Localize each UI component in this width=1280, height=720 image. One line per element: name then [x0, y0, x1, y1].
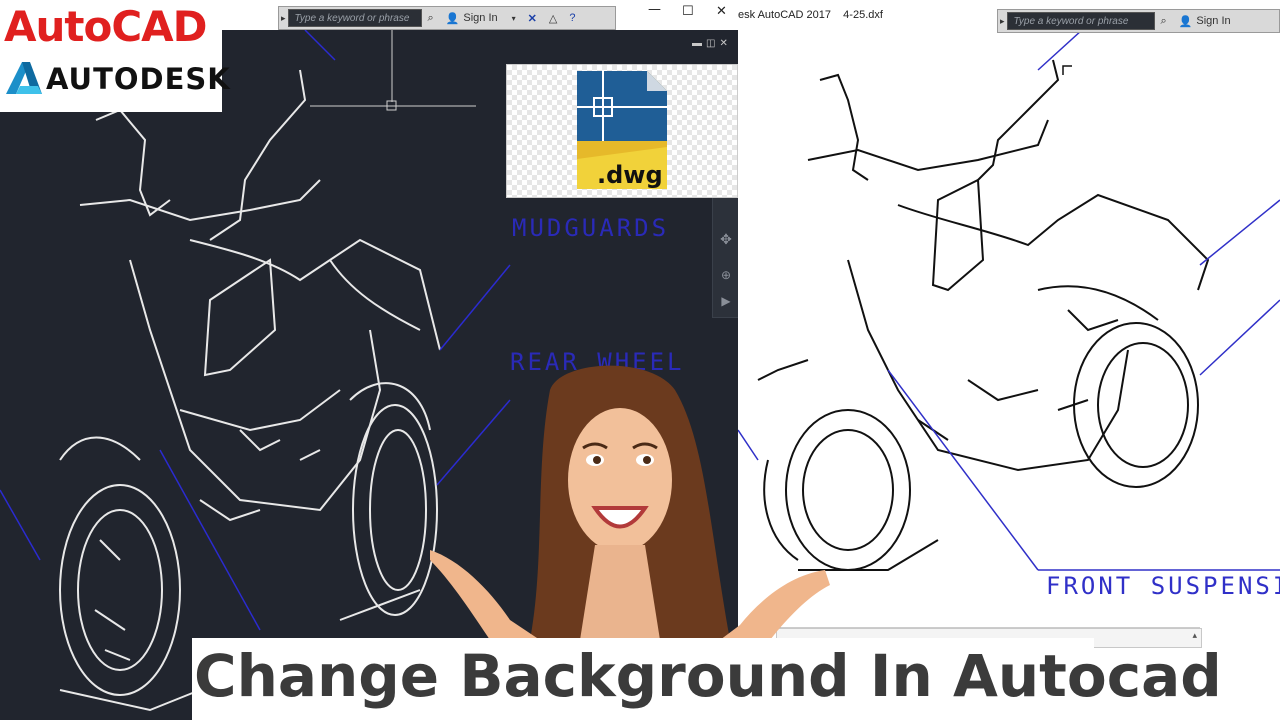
close-icon: ✕	[716, 4, 727, 19]
right-search-input[interactable]: Type a keyword or phrase	[1006, 12, 1155, 30]
exchange-icon[interactable]: ✕	[522, 12, 543, 25]
left-sign-in-button[interactable]: 👤 Sign In ▾	[440, 12, 522, 25]
pan-icon[interactable]: ✥	[713, 231, 739, 248]
autodesk-logo-text: AUTODESK	[46, 62, 231, 96]
left-infocenter-toolbar: ▸ Type a keyword or phrase ⌕ 👤 Sign In ▾…	[278, 6, 616, 30]
user-icon: 👤	[1178, 15, 1193, 28]
autocad-logo-text: AutoCAD	[4, 2, 208, 51]
maximize-button[interactable]: ☐	[682, 4, 694, 19]
dwg-file-card: .dwg	[506, 64, 738, 198]
close-button[interactable]: ✕	[716, 4, 727, 19]
left-search-input[interactable]: Type a keyword or phrase	[287, 9, 422, 27]
orbit-icon[interactable]: ▶	[713, 294, 739, 308]
minimize-icon: —	[648, 2, 661, 17]
zoom-icon[interactable]: ⊕	[713, 268, 739, 282]
dwg-extension-label: .dwg	[597, 161, 663, 189]
logo-panel: AutoCAD AUTODESK	[0, 0, 230, 112]
right-infocenter-toolbar: ▸ Type a keyword or phrase ⌕ 👤 Sign In	[997, 9, 1280, 33]
binoculars-icon[interactable]: ⌕	[1155, 15, 1173, 28]
chevron-down-icon: ▾	[511, 13, 516, 23]
expand-arrow-icon[interactable]: ▸	[998, 16, 1007, 27]
binoculars-icon[interactable]: ⌕	[422, 12, 440, 25]
scroll-up-icon[interactable]: ▴	[1192, 630, 1197, 641]
maximize-icon: ☐	[682, 4, 694, 19]
expand-arrow-icon[interactable]: ▸	[279, 13, 288, 24]
minimize-button[interactable]: —	[648, 2, 661, 17]
presenter-photo	[430, 365, 830, 640]
autodesk-a-logo-icon	[6, 62, 42, 94]
user-icon: 👤	[445, 12, 460, 25]
navigation-bar[interactable]: ✥ ⊕ ▶	[712, 190, 740, 318]
sign-in-label: Sign In	[1196, 15, 1231, 27]
sign-in-label: Sign In	[463, 12, 498, 24]
help-icon[interactable]: ?	[563, 12, 581, 24]
stay-connected-icon[interactable]: △	[543, 12, 563, 25]
label-mudguards: MUDGUARDS	[512, 214, 670, 242]
right-sign-in-button[interactable]: 👤 Sign In	[1173, 15, 1237, 28]
right-window-title: esk AutoCAD 2017 4-25.dxf	[738, 9, 883, 21]
video-title-caption: Change Background In Autocad	[194, 642, 1222, 710]
viewport-controls[interactable]: ▬◫✕	[692, 38, 732, 49]
label-front-suspension: FRONT SUSPENSI	[1046, 572, 1280, 600]
